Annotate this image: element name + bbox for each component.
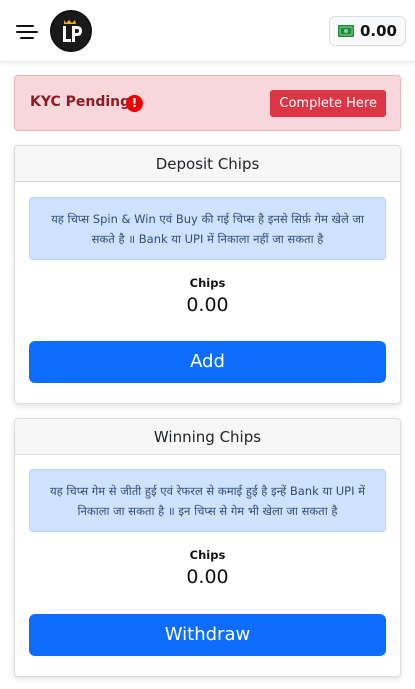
winning-chips-label: Chips	[189, 548, 226, 562]
winning-card-title: Winning Chips	[15, 419, 400, 455]
cash-icon	[337, 25, 354, 37]
wallet-balance-button[interactable]: 0.00	[328, 16, 406, 46]
winning-chips-value: 0.00	[186, 566, 229, 588]
deposit-chips-value: 0.00	[186, 294, 229, 316]
kyc-status-title: KYC Pending	[30, 94, 131, 110]
kyc-warning-icon: !	[126, 95, 143, 112]
hamburger-menu-icon[interactable]	[16, 22, 40, 42]
withdraw-button[interactable]: Withdraw	[29, 614, 386, 656]
winning-info-alert: यह चिप्स गेम से जीती हुई एवं रेफरल से कम…	[29, 469, 386, 532]
logo-mark-icon	[63, 20, 82, 42]
app-logo[interactable]	[50, 10, 92, 52]
add-chips-button[interactable]: Add	[29, 341, 386, 383]
deposit-chips-card: Deposit Chips यह चिप्स Spin & Win एवं Bu…	[14, 145, 401, 404]
kyc-alert: KYC Pending ! Complete Here	[14, 75, 401, 131]
complete-kyc-button[interactable]: Complete Here	[270, 90, 386, 117]
app-header: 0.00	[0, 0, 415, 62]
deposit-chips-label: Chips	[189, 276, 226, 290]
deposit-card-title: Deposit Chips	[15, 146, 400, 182]
winning-chips-card: Winning Chips यह चिप्स गेम से जीती हुई ए…	[14, 418, 401, 677]
wallet-amount: 0.00	[359, 22, 397, 40]
deposit-info-alert: यह चिप्स Spin & Win एवं Buy की गई चिप्स …	[29, 197, 386, 260]
